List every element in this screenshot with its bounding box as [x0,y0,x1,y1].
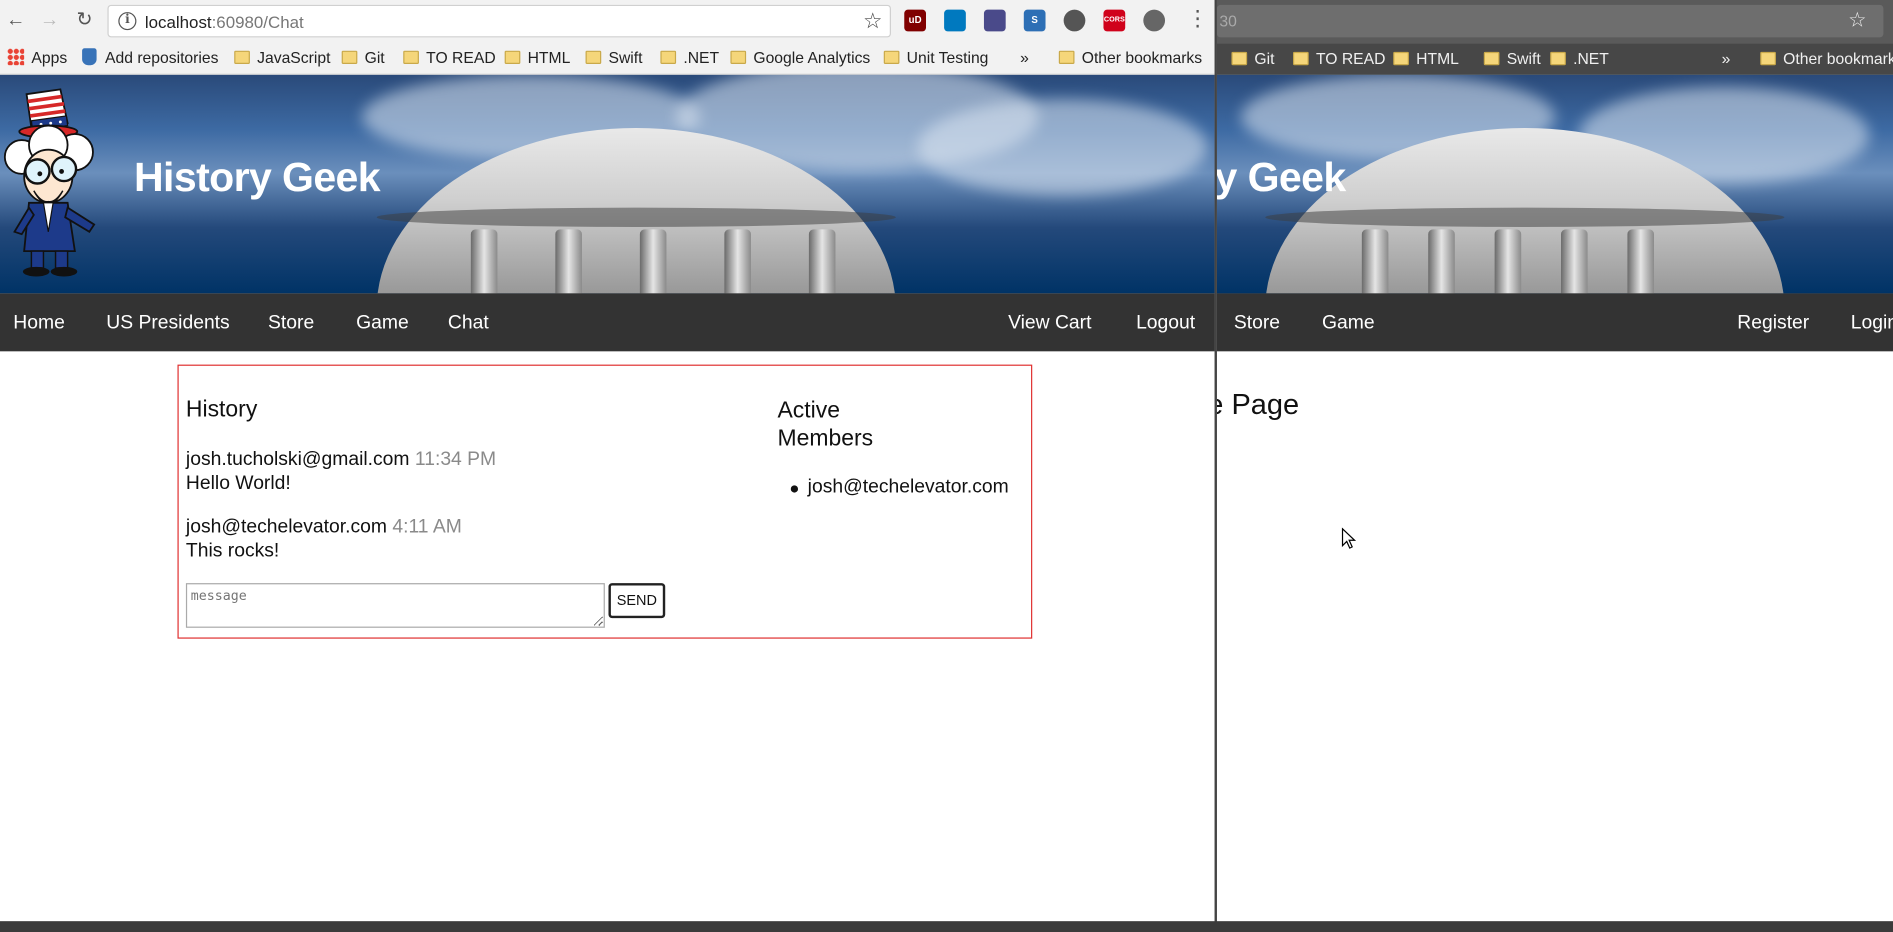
bookmark-google-analytics[interactable]: Google Analytics [730,48,870,66]
send-button[interactable]: SEND [608,583,666,619]
eyedropper-icon[interactable] [983,9,1006,32]
spiral-icon[interactable] [1143,9,1166,32]
active-member-item: josh@techelevator.com [807,476,1009,498]
folder-icon [504,50,521,64]
folder-icon [660,50,677,64]
screen: 30 ☆ Git TO READ HTML Swift .NET » Other… [0,0,1893,932]
message-header: josh@techelevator.com 4:11 AM [186,517,462,539]
nav-chat[interactable]: Chat [448,313,489,335]
nav-store[interactable]: Store [268,313,314,335]
bg-nav-game[interactable]: Game [1322,313,1375,335]
back-arrow-icon[interactable]: ← [2,7,29,34]
bookmark-unit-testing[interactable]: Unit Testing [883,48,988,66]
bg-other-bookmarks[interactable]: Other bookmarks [1760,49,1893,68]
bg-overflow-chevron[interactable]: » [1722,49,1731,67]
background-browser-window[interactable]: 30 ☆ Git TO READ HTML Swift .NET » Other… [1216,0,1893,932]
folder-icon [730,50,747,64]
bookmark-apps[interactable]: Apps [7,48,67,66]
bookmark-swift[interactable]: Swift [585,48,642,66]
bookmarks-overflow-chevron[interactable]: » [1020,48,1029,66]
background-url: 30 [1219,12,1237,31]
message-user: josh@techelevator.com [185,516,387,538]
folder-icon [1550,51,1566,66]
info-icon[interactable]: i [118,12,137,31]
folder-icon [403,50,419,64]
nav-home[interactable]: Home [13,313,65,335]
site-title[interactable]: History Geek [134,155,381,202]
menu-dots-icon[interactable]: ⋮ [1187,7,1209,29]
bookmark-star-icon[interactable]: ☆ [1848,8,1866,32]
folder-icon [1393,51,1409,66]
bg-bookmark-net[interactable]: .NET [1550,49,1609,68]
bookmark-dotnet[interactable]: .NET [660,48,719,66]
background-site-nav: Store Game Register Login [1216,293,1893,352]
message-text: This rocks! [185,540,280,562]
trello-icon[interactable] [944,9,966,32]
bookmark-html[interactable]: HTML [504,48,570,66]
bookmark-to-read[interactable]: TO READ [403,48,496,66]
folder-icon [234,50,250,64]
nav-logout[interactable]: Logout [1136,313,1195,335]
bg-bookmark-toread[interactable]: TO READ [1293,49,1385,68]
chat-panel: History josh.tucholski@gmail.com 11:34 P… [177,364,1033,639]
bg-bookmark-html[interactable]: HTML [1393,49,1459,68]
bucket-icon [82,48,97,66]
message-text: Hello World! [185,473,291,494]
other-bookmarks[interactable]: Other bookmarks [1058,48,1202,66]
background-site-title: y Geek [1216,154,1346,201]
uncle-sam-mascot-logo[interactable] [0,82,115,281]
browser-toolbar: ← → ↻ i localhost:60980/Chat ☆ uD S CORS… [0,0,1215,44]
nav-view-cart[interactable]: View Cart [1008,313,1091,335]
bullet-icon [790,485,799,493]
folder-icon [1760,51,1776,66]
url-text: localhost:60980/Chat [144,12,304,32]
bookmark-git[interactable]: Git [341,48,385,66]
bg-bookmark-git[interactable]: Git [1231,49,1274,68]
nav-game[interactable]: Game [356,313,409,335]
bookmark-add-repositories[interactable]: Add repositories [82,48,218,66]
cookie-icon[interactable] [1063,9,1086,32]
active-members-heading: Active Members [777,398,874,452]
address-bar[interactable]: i localhost:60980/Chat ☆ [107,4,891,38]
bookmark-javascript[interactable]: JavaScript [234,48,330,66]
forward-arrow-icon[interactable]: → [36,7,63,34]
folder-icon [1058,50,1075,64]
active-members-list: josh@techelevator.com [790,476,1009,499]
folder-icon [585,50,602,64]
folder-icon [341,50,358,64]
ublock-icon[interactable]: uD [904,9,926,32]
message-time: 4:11 AM [392,516,462,538]
reload-icon[interactable]: ↻ [71,7,98,34]
bookmark-star-icon[interactable]: ☆ [863,8,882,33]
background-page-heading: e Page [1217,388,1300,422]
nav-us-presidents[interactable]: US Presidents [106,313,229,335]
message-user: josh.tucholski@gmail.com [185,449,410,470]
background-toolbar: 30 ☆ [1216,0,1893,44]
bg-nav-register[interactable]: Register [1737,313,1809,335]
message-input[interactable] [185,583,605,628]
site-nav: Home US Presidents Store Game Chat View … [0,293,1215,352]
background-bookmarks-bar: Git TO READ HTML Swift .NET » Other book… [1216,43,1893,75]
folder-icon [883,50,900,64]
background-site-header: y Geek [1216,74,1893,294]
folder-icon [1293,51,1309,66]
message-header: josh.tucholski@gmail.com 11:34 PM [186,449,496,471]
folder-icon [1231,51,1248,66]
message-time: 11:34 PM [414,449,497,470]
bg-bookmark-swift[interactable]: Swift [1483,49,1541,68]
cors-icon[interactable]: CORS [1103,9,1126,32]
bookmarks-bar: Apps Add repositories JavaScript Git TO … [0,43,1215,75]
bg-nav-login[interactable]: Login [1851,313,1893,335]
bottom-dark-bar [0,921,1893,932]
folder-icon [1483,51,1500,66]
mouse-cursor-icon [1341,527,1357,549]
history-heading: History [185,397,258,423]
bg-nav-store[interactable]: Store [1234,313,1280,335]
site-header: History Geek [0,74,1215,294]
browser-window[interactable]: ← → ↻ i localhost:60980/Chat ☆ uD S CORS… [0,0,1217,932]
s-icon[interactable]: S [1023,9,1046,32]
apps-grid-icon [7,48,25,66]
background-omnibox[interactable]: 30 ☆ [1216,4,1884,38]
